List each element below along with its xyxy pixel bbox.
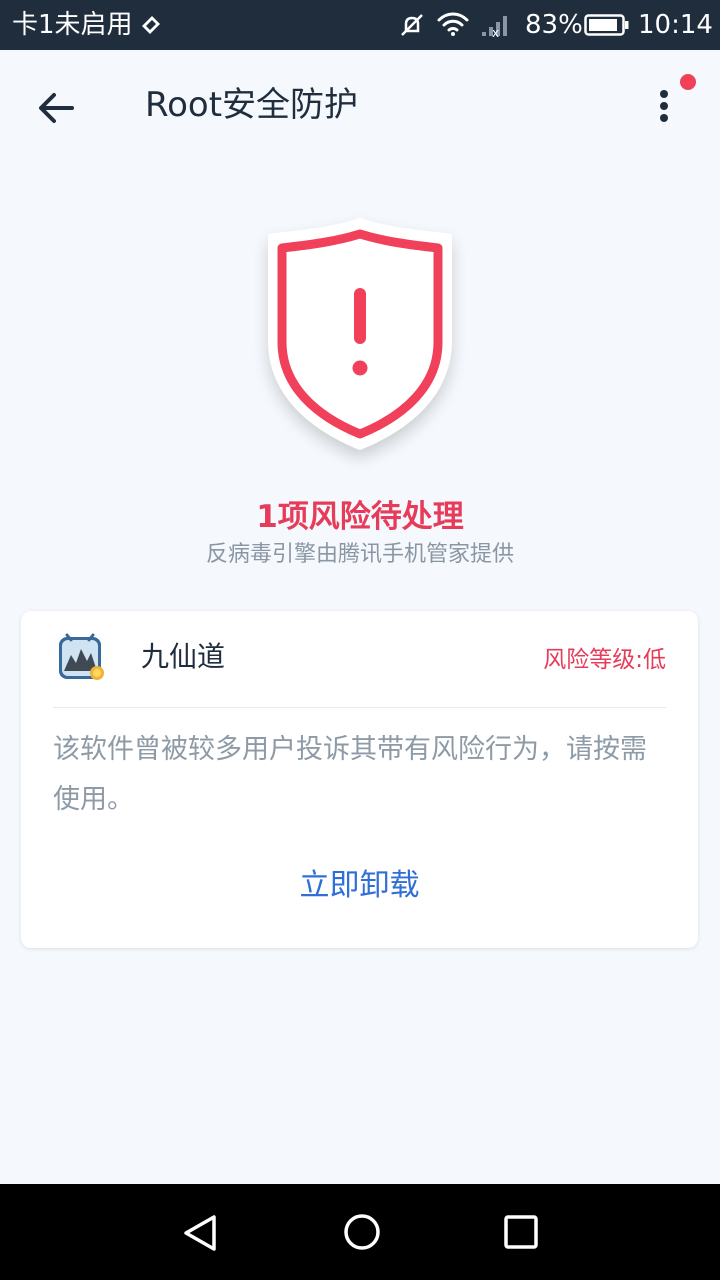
signal-icon: x xyxy=(480,12,512,42)
risk-description: 该软件曾被较多用户投诉其带有风险行为，请按需使用。 xyxy=(53,734,647,815)
more-options-button[interactable] xyxy=(646,80,682,132)
app-header: Root安全防护 xyxy=(0,50,720,160)
back-button[interactable] xyxy=(30,82,82,134)
risk-item-card: 九仙道 风险等级:低 该软件曾被较多用户投诉其带有风险行为，请按需使用。 立即卸… xyxy=(21,611,698,948)
sim-icon xyxy=(138,12,164,42)
mute-icon xyxy=(398,11,426,43)
nav-back-button[interactable] xyxy=(180,1212,222,1258)
app-icon xyxy=(57,631,109,683)
engine-provider-note: 反病毒引擎由腾讯手机管家提供 xyxy=(205,542,514,567)
app-name: 九仙道 xyxy=(141,640,226,673)
status-bar: 卡1未启用 x 83% 10:14 xyxy=(0,0,720,50)
shield-alert-icon xyxy=(250,210,470,470)
nav-home-button[interactable] xyxy=(342,1212,382,1256)
page-title: Root安全防护 xyxy=(145,85,359,125)
carrier-label: 卡1未启用 xyxy=(12,10,133,40)
divider xyxy=(53,707,666,708)
more-vert-icon xyxy=(646,90,682,136)
clock: 10:14 xyxy=(638,10,713,40)
circle-home-icon xyxy=(342,1214,382,1256)
battery-percent: 83% xyxy=(525,10,583,40)
uninstall-button[interactable]: 立即卸载 xyxy=(21,865,698,907)
risk-level-badge: 风险等级:低 xyxy=(543,647,666,673)
arrow-left-icon xyxy=(30,93,82,138)
svg-text:x: x xyxy=(492,26,499,38)
wifi-icon xyxy=(436,10,470,42)
battery-icon xyxy=(584,13,630,41)
notification-dot xyxy=(680,74,696,90)
nav-recents-button[interactable] xyxy=(503,1214,539,1254)
risk-count-title: 1项风险待处理 xyxy=(256,499,464,535)
triangle-back-icon xyxy=(180,1215,222,1258)
system-navigation-bar xyxy=(0,1184,720,1280)
square-recents-icon xyxy=(503,1215,539,1254)
